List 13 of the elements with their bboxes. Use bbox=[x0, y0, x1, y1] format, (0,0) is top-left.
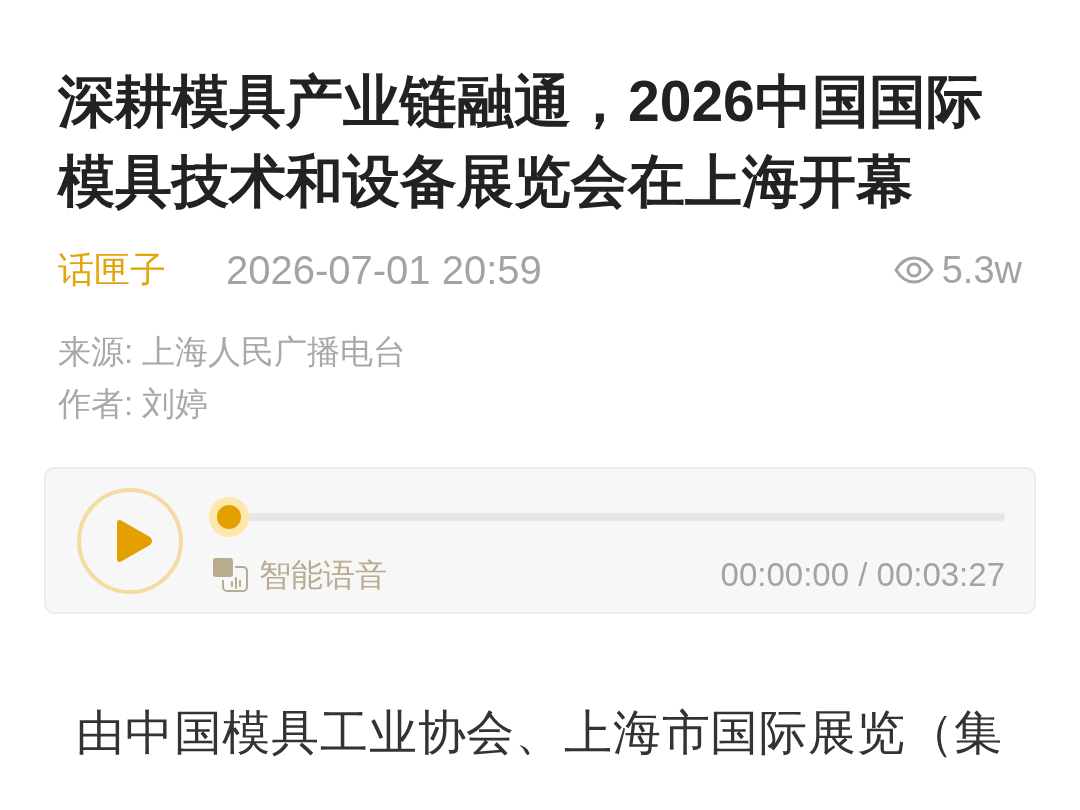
body-paragraph: 由中国模具工业协会、上海市国际展览（集 bbox=[76, 705, 1005, 761]
author-text: 作者: 刘婷 bbox=[58, 384, 209, 424]
play-button[interactable] bbox=[77, 488, 183, 594]
slider-thumb[interactable] bbox=[209, 497, 249, 537]
article-title: 深耕模具产业链融通，2026中国国际模具技术和设备展览会在上海开幕 bbox=[58, 68, 984, 215]
publish-time: 2026-07-01 20:59 bbox=[226, 247, 542, 294]
voice-icon bbox=[213, 558, 249, 592]
playback-time: 00:00:00 / 00:03:27 bbox=[720, 555, 1005, 596]
view-count: 5.3w bbox=[941, 247, 1022, 293]
source-text: 来源: 上海人民广播电台 bbox=[58, 332, 407, 372]
channel-link[interactable]: 话匣子 bbox=[58, 243, 166, 297]
eye-icon bbox=[893, 256, 934, 284]
voice-label: 智能语音 bbox=[259, 556, 387, 595]
